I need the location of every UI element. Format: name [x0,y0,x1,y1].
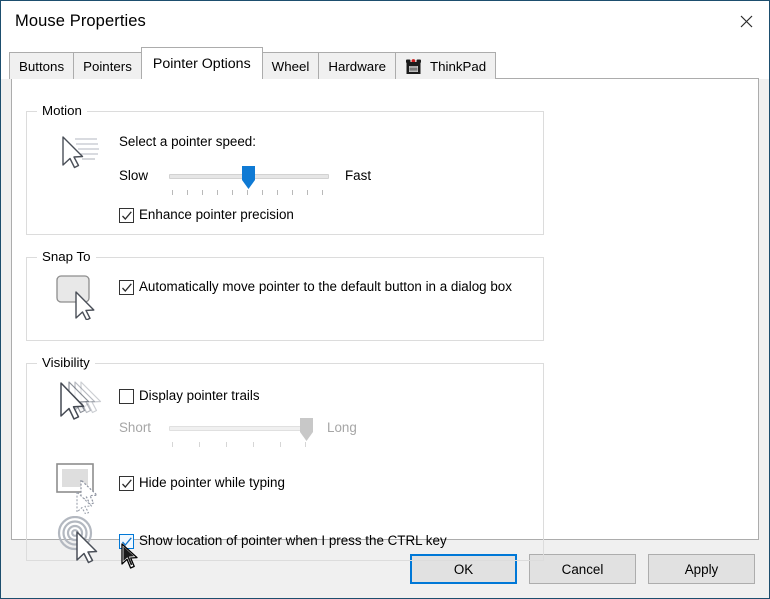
tab-buttons-label: Buttons [19,58,65,74]
hide-pointer-typing-row[interactable]: Hide pointer while typing [119,475,285,491]
tab-buttons[interactable]: Buttons [9,52,75,79]
checkmark-icon [122,537,132,546]
trails-long-label: Long [327,420,357,435]
tab-pointer-options-label: Pointer Options [152,55,251,72]
display-pointer-trails-row[interactable]: Display pointer trails [119,388,260,404]
pointer-motion-icon [53,129,105,182]
pointer-speed-ticks [169,190,329,195]
pointer-trails-track[interactable] [169,426,312,431]
snap-to-button-icon [55,272,105,325]
tab-strip: Buttons Pointers Pointer Options Wheel H… [1,42,769,79]
tab-hardware-label: Hardware [328,58,387,74]
fast-label: Fast [345,168,372,183]
title-bar: Mouse Properties [1,1,769,42]
tab-thinkpad-label: ThinkPad [430,58,487,74]
show-pointer-location-icon [55,515,107,571]
auto-move-pointer-label: Automatically move pointer to the defaul… [139,279,512,294]
tab-wheel[interactable]: Wheel [261,52,320,79]
tab-pointer-options[interactable]: Pointer Options [140,47,263,79]
tab-wheel-label: Wheel [271,58,310,74]
snap-to-group: Snap To Automatically move pointer to th… [26,249,544,341]
apply-button[interactable]: Apply [648,554,755,584]
show-pointer-location-checkbox[interactable] [119,534,134,549]
display-pointer-trails-checkbox[interactable] [119,389,134,404]
mouse-properties-dialog: Mouse Properties Buttons Pointers Pointe… [0,0,770,599]
snap-to-group-title: Snap To [37,249,96,264]
display-pointer-trails-label: Display pointer trails [139,388,260,403]
show-pointer-location-label: Show location of pointer when I press th… [139,533,447,548]
checkmark-icon [122,283,132,292]
pointer-speed-label: Select a pointer speed: [119,134,256,149]
auto-move-pointer-checkbox[interactable] [119,280,134,295]
show-pointer-location-row[interactable]: Show location of pointer when I press th… [119,533,447,549]
tab-thinkpad[interactable]: ThinkPad [395,52,497,79]
trails-short-label: Short [119,420,152,435]
window-title: Mouse Properties [15,12,146,30]
pointer-speed-thumb[interactable] [241,166,255,189]
pointer-trails-thumb[interactable] [299,418,313,441]
visibility-group: Visibility Display pointer trails Short … [26,355,544,569]
hide-pointer-typing-label: Hide pointer while typing [139,475,285,490]
tab-hardware[interactable]: Hardware [318,52,397,79]
checkmark-icon [122,479,132,488]
checkmark-icon [122,211,132,220]
hide-pointer-typing-checkbox[interactable] [119,476,134,491]
tab-pointers-label: Pointers [83,58,132,74]
hide-pointer-typing-icon [55,462,107,519]
auto-move-pointer-row[interactable]: Automatically move pointer to the defaul… [119,279,519,295]
close-x-glyph [740,15,752,27]
close-icon[interactable] [723,1,769,41]
slow-label: Slow [119,168,149,183]
enhance-pointer-precision-checkbox[interactable] [119,208,134,223]
motion-group: Motion Select a pointer speed: Slow Fast… [26,103,544,235]
motion-group-title: Motion [37,103,87,118]
pointer-options-panel: Motion Select a pointer speed: Slow Fast… [11,78,759,569]
enhance-pointer-precision-row[interactable]: Enhance pointer precision [119,207,294,223]
visibility-group-title: Visibility [37,355,95,370]
pointer-trails-icon [53,378,108,433]
thinkpad-trackpoint-icon [405,58,424,75]
pointer-trails-ticks [169,442,312,447]
tab-pointers[interactable]: Pointers [73,52,142,79]
enhance-pointer-precision-label: Enhance pointer precision [139,207,294,222]
cancel-button[interactable]: Cancel [529,554,636,584]
